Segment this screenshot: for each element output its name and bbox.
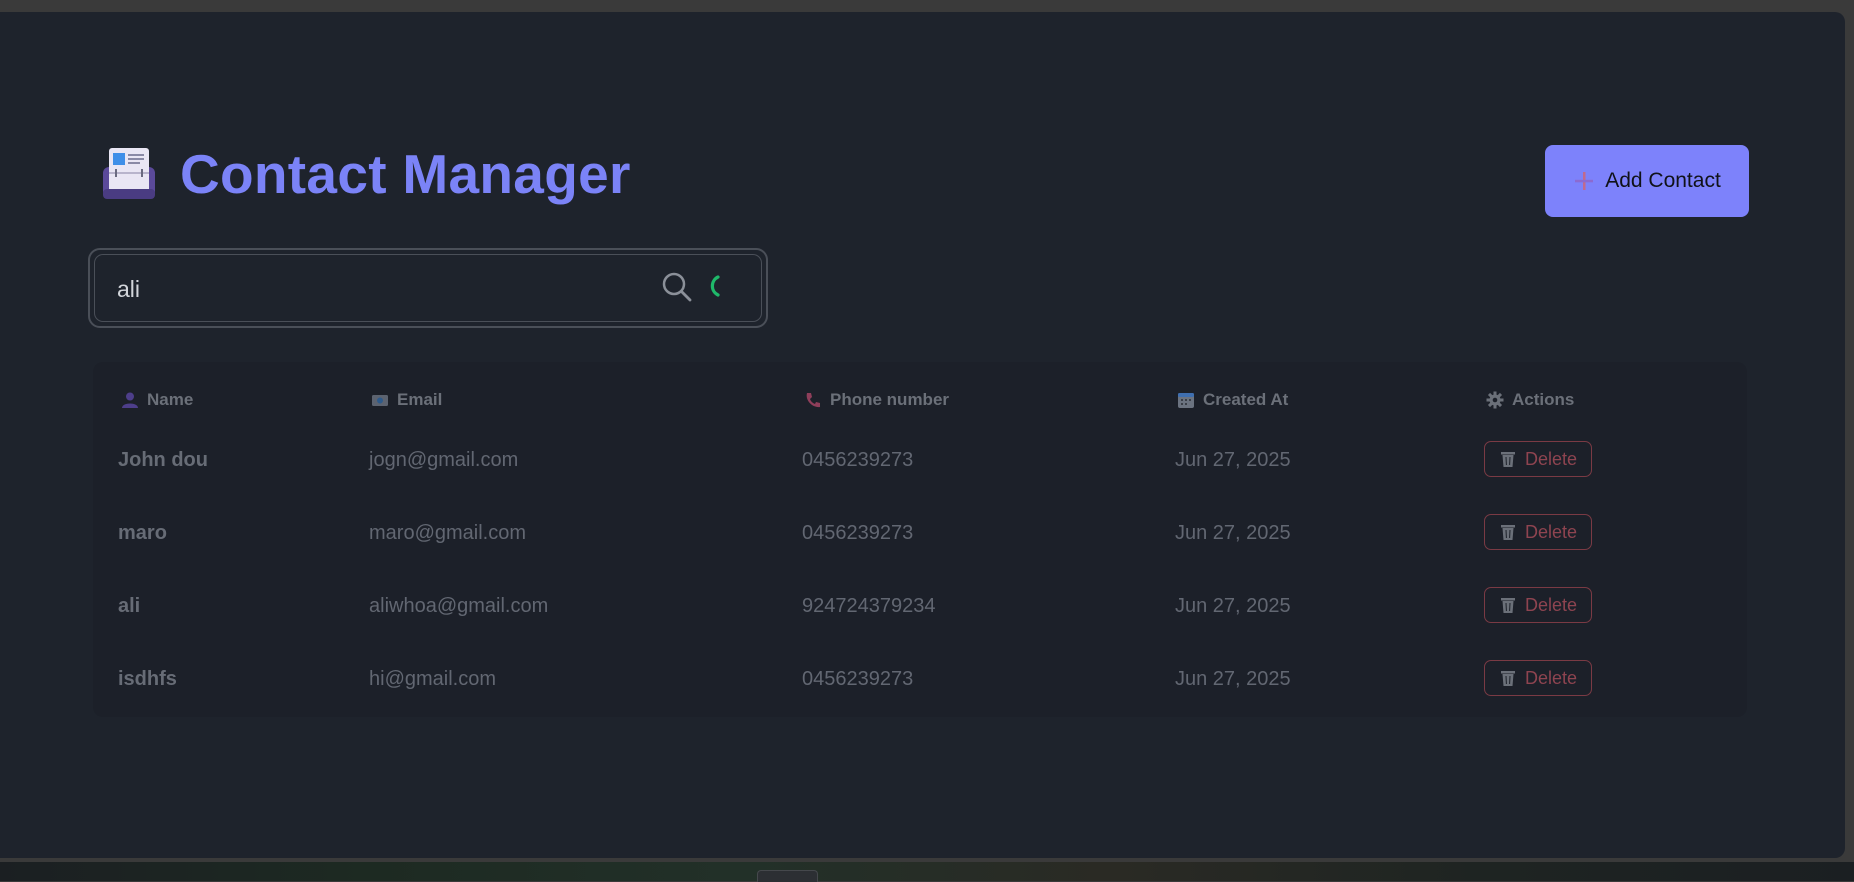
email-icon bbox=[371, 391, 389, 409]
contact-email: aliwhoa@gmail.com bbox=[369, 570, 548, 643]
contact-created-at: Jun 27, 2025 bbox=[1175, 424, 1291, 497]
delete-label: Delete bbox=[1525, 668, 1577, 689]
contact-email: maro@gmail.com bbox=[369, 497, 526, 570]
column-label: Actions bbox=[1512, 390, 1574, 410]
person-icon bbox=[121, 391, 139, 409]
column-label: Name bbox=[147, 390, 193, 410]
trash-icon bbox=[1499, 450, 1517, 468]
contact-name: isdhfs bbox=[118, 643, 177, 716]
page-title: Contact Manager bbox=[180, 142, 631, 206]
trash-icon bbox=[1499, 596, 1517, 614]
contact-name: maro bbox=[118, 497, 167, 570]
contact-email: jogn@gmail.com bbox=[369, 424, 518, 497]
taskbar-strip bbox=[0, 862, 1854, 881]
contact-name: ali bbox=[118, 570, 140, 643]
taskbar-handle[interactable] bbox=[757, 870, 818, 882]
column-header-name: Name bbox=[121, 380, 193, 420]
delete-button[interactable]: Delete bbox=[1484, 441, 1592, 477]
table-row: ali aliwhoa@gmail.com 924724379234 Jun 2… bbox=[93, 570, 1747, 643]
contact-phone: 0456239273 bbox=[802, 643, 913, 716]
column-header-email: Email bbox=[371, 380, 442, 420]
column-label: Created At bbox=[1203, 390, 1288, 410]
gear-icon bbox=[1486, 391, 1504, 409]
calendar-icon bbox=[1177, 391, 1195, 409]
column-header-actions: Actions bbox=[1486, 380, 1574, 420]
column-header-created: Created At bbox=[1177, 380, 1288, 420]
contact-phone: 0456239273 bbox=[802, 424, 913, 497]
column-label: Phone number bbox=[830, 390, 949, 410]
contact-name: John dou bbox=[118, 424, 208, 497]
contact-created-at: Jun 27, 2025 bbox=[1175, 643, 1291, 716]
add-contact-label: Add Contact bbox=[1605, 169, 1721, 193]
search-field-container bbox=[94, 254, 762, 322]
rolodex-icon bbox=[100, 145, 158, 203]
add-contact-button[interactable]: Add Contact bbox=[1545, 145, 1749, 217]
contact-phone: 924724379234 bbox=[802, 570, 935, 643]
search-input[interactable] bbox=[115, 269, 519, 309]
app-window: Contact Manager Add Contact bbox=[0, 12, 1845, 858]
contacts-table: Name Email Phone number bbox=[93, 362, 1747, 717]
search-box bbox=[88, 248, 768, 328]
table-header: Name Email Phone number bbox=[93, 380, 1747, 420]
search-icon[interactable] bbox=[661, 271, 693, 303]
contact-email: hi@gmail.com bbox=[369, 643, 496, 716]
table-row: isdhfs hi@gmail.com 0456239273 Jun 27, 2… bbox=[93, 643, 1747, 716]
plus-icon bbox=[1573, 170, 1595, 192]
phone-icon bbox=[804, 391, 822, 409]
delete-button[interactable]: Delete bbox=[1484, 514, 1592, 550]
delete-button[interactable]: Delete bbox=[1484, 587, 1592, 623]
table-row: John dou jogn@gmail.com 0456239273 Jun 2… bbox=[93, 424, 1747, 497]
table-row: maro maro@gmail.com 0456239273 Jun 27, 2… bbox=[93, 497, 1747, 570]
page-header: Contact Manager bbox=[100, 142, 631, 206]
column-label: Email bbox=[397, 390, 442, 410]
trash-icon bbox=[1499, 669, 1517, 687]
contact-created-at: Jun 27, 2025 bbox=[1175, 570, 1291, 643]
trash-icon bbox=[1499, 523, 1517, 541]
contact-created-at: Jun 27, 2025 bbox=[1175, 497, 1291, 570]
delete-label: Delete bbox=[1525, 522, 1577, 543]
column-header-phone: Phone number bbox=[804, 380, 949, 420]
delete-label: Delete bbox=[1525, 595, 1577, 616]
delete-button[interactable]: Delete bbox=[1484, 660, 1592, 696]
delete-label: Delete bbox=[1525, 449, 1577, 470]
loading-spinner-icon bbox=[706, 274, 726, 298]
contact-phone: 0456239273 bbox=[802, 497, 913, 570]
